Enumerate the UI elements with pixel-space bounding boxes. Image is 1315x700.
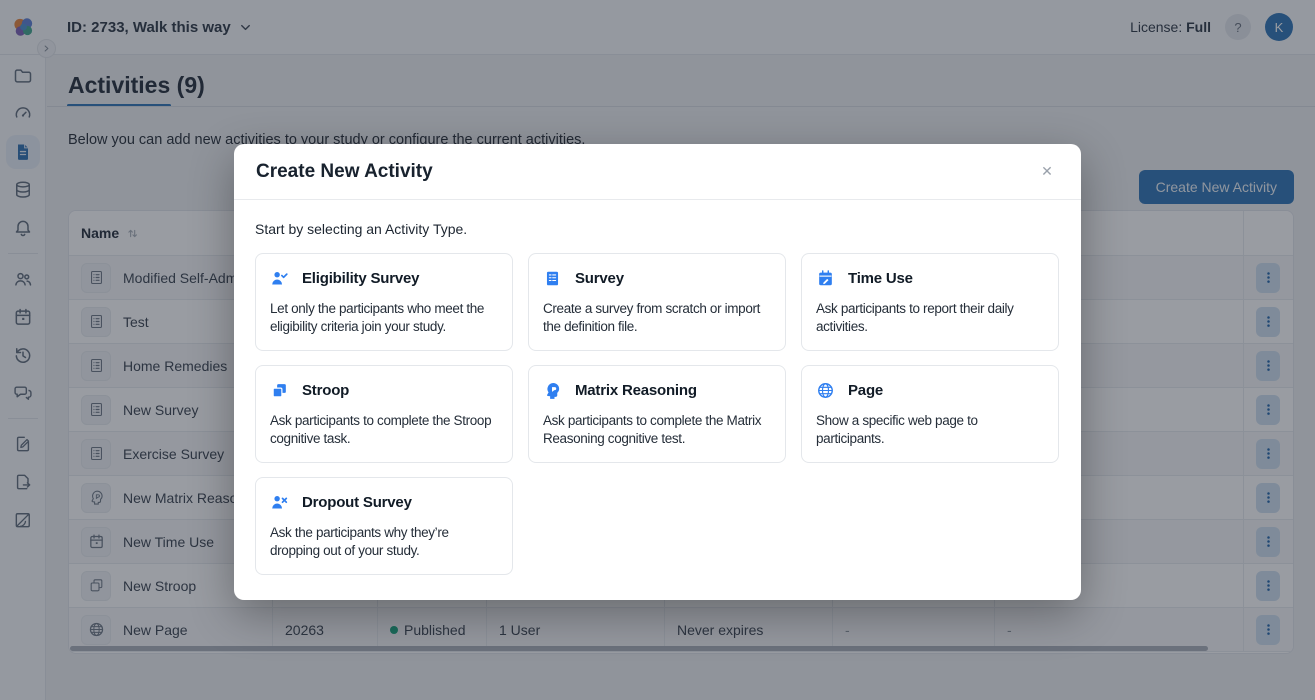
globe-icon — [816, 381, 835, 400]
card-description: Ask participants to complete the Matrix … — [543, 412, 771, 447]
modal-title: Create New Activity — [256, 161, 433, 183]
card-title: Time Use — [848, 270, 913, 287]
activity-card-page[interactable]: Page Show a specific web page to partici… — [801, 365, 1059, 463]
card-title: Survey — [575, 270, 624, 287]
copy-icon — [270, 381, 289, 400]
activity-card-survey[interactable]: Survey Create a survey from scratch or i… — [528, 253, 786, 351]
close-button[interactable]: ✕ — [1035, 160, 1059, 184]
calendar-edit-icon — [816, 269, 835, 288]
card-description: Ask the participants why they’re droppin… — [270, 524, 498, 559]
card-description: Let only the participants who meet the e… — [270, 300, 498, 335]
activity-card-stroop[interactable]: Stroop Ask participants to complete the … — [255, 365, 513, 463]
activity-card-time-use[interactable]: Time Use Ask participants to report thei… — [801, 253, 1059, 351]
head-icon — [543, 381, 562, 400]
card-title: Matrix Reasoning — [575, 382, 697, 399]
card-description: Ask participants to complete the Stroop … — [270, 412, 498, 447]
activity-type-grid: Eligibility Survey Let only the particip… — [255, 253, 1059, 575]
card-title: Dropout Survey — [302, 494, 412, 511]
card-description: Create a survey from scratch or import t… — [543, 300, 771, 335]
modal-subtitle: Start by selecting an Activity Type. — [255, 221, 1059, 237]
survey-grid-icon — [543, 269, 562, 288]
activity-card-matrix-reasoning[interactable]: Matrix Reasoning Ask participants to com… — [528, 365, 786, 463]
activity-card-eligibility-survey[interactable]: Eligibility Survey Let only the particip… — [255, 253, 513, 351]
card-title: Page — [848, 382, 883, 399]
person-x-icon — [270, 493, 289, 512]
activity-card-dropout-survey[interactable]: Dropout Survey Ask the participants why … — [255, 477, 513, 575]
create-activity-modal: Create New Activity ✕ Start by selecting… — [234, 144, 1081, 600]
person-check-icon — [270, 269, 289, 288]
card-description: Ask participants to report their daily a… — [816, 300, 1044, 335]
close-icon: ✕ — [1041, 163, 1053, 180]
card-title: Stroop — [302, 382, 349, 399]
card-title: Eligibility Survey — [302, 270, 419, 287]
card-description: Show a specific web page to participants… — [816, 412, 1044, 447]
